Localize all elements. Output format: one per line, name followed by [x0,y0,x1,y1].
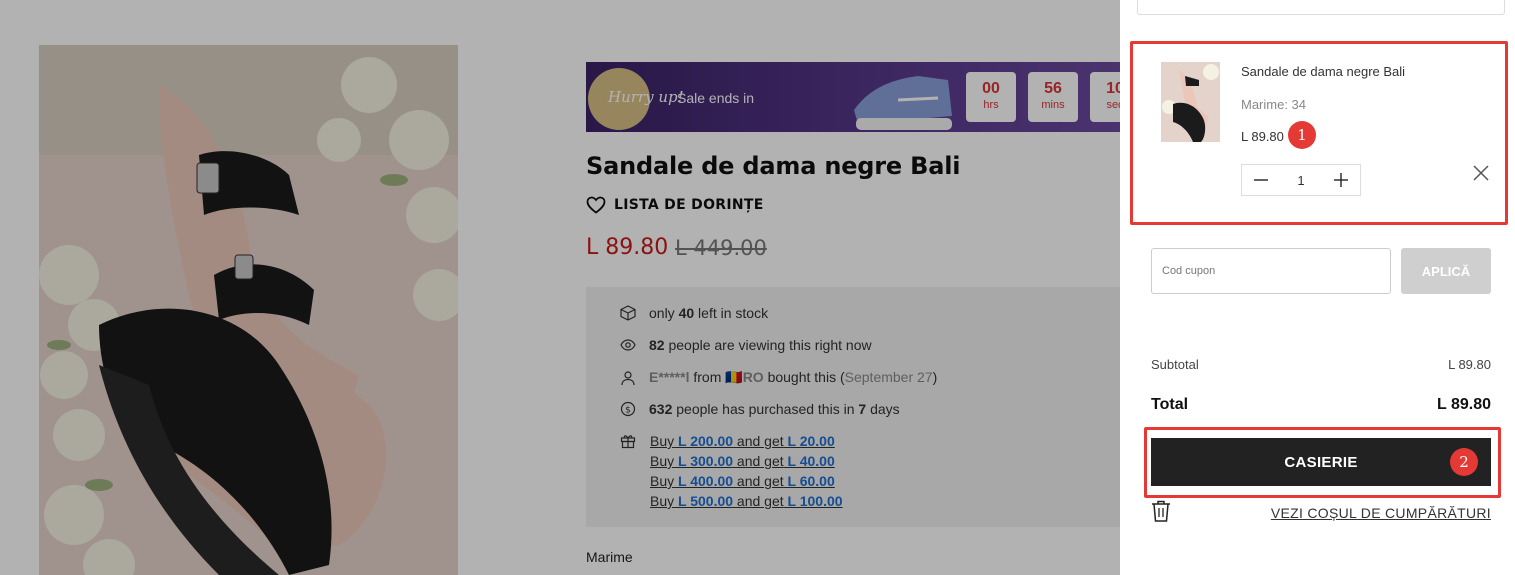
decrease-quantity-button[interactable] [1252,171,1270,189]
cart-drawer: Sandale de dama negre Bali Marime: 34 L … [1120,0,1515,575]
annotation-badge-2: 2 [1450,448,1478,476]
coupon-input[interactable] [1151,248,1391,294]
apply-coupon-button[interactable]: APLICĂ [1401,248,1491,294]
cart-item-thumbnail[interactable] [1161,62,1220,142]
view-cart-link[interactable]: VEZI COȘUL DE CUMPĂRĂTURI [1271,505,1491,521]
close-icon [1473,165,1489,181]
cart-item-name[interactable]: Sandale de dama negre Bali [1241,64,1405,79]
checkout-button[interactable]: CASIERIE [1151,438,1491,486]
trash-icon [1152,500,1170,522]
remove-item-button[interactable] [1471,163,1491,183]
total-value: L 89.80 [1437,396,1491,413]
cart-item-price: L 89.80 [1241,129,1284,144]
cart-item-size: Marime: 34 [1241,97,1307,112]
subtotal-value: L 89.80 [1448,357,1491,372]
annotation-badge-1: 1 [1288,121,1316,149]
plus-icon [1333,173,1348,187]
minus-icon [1254,179,1268,181]
cart-top-box [1137,0,1505,15]
modal-overlay[interactable] [0,0,1120,575]
clear-cart-button[interactable] [1151,500,1171,522]
cart-item-thumbnail-image [1161,62,1220,142]
increase-quantity-button[interactable] [1332,171,1350,189]
subtotal-label: Subtotal [1151,357,1199,372]
quantity-value[interactable]: 1 [1297,173,1304,188]
quantity-stepper: 1 [1241,164,1361,196]
total-label: Total [1151,396,1189,413]
